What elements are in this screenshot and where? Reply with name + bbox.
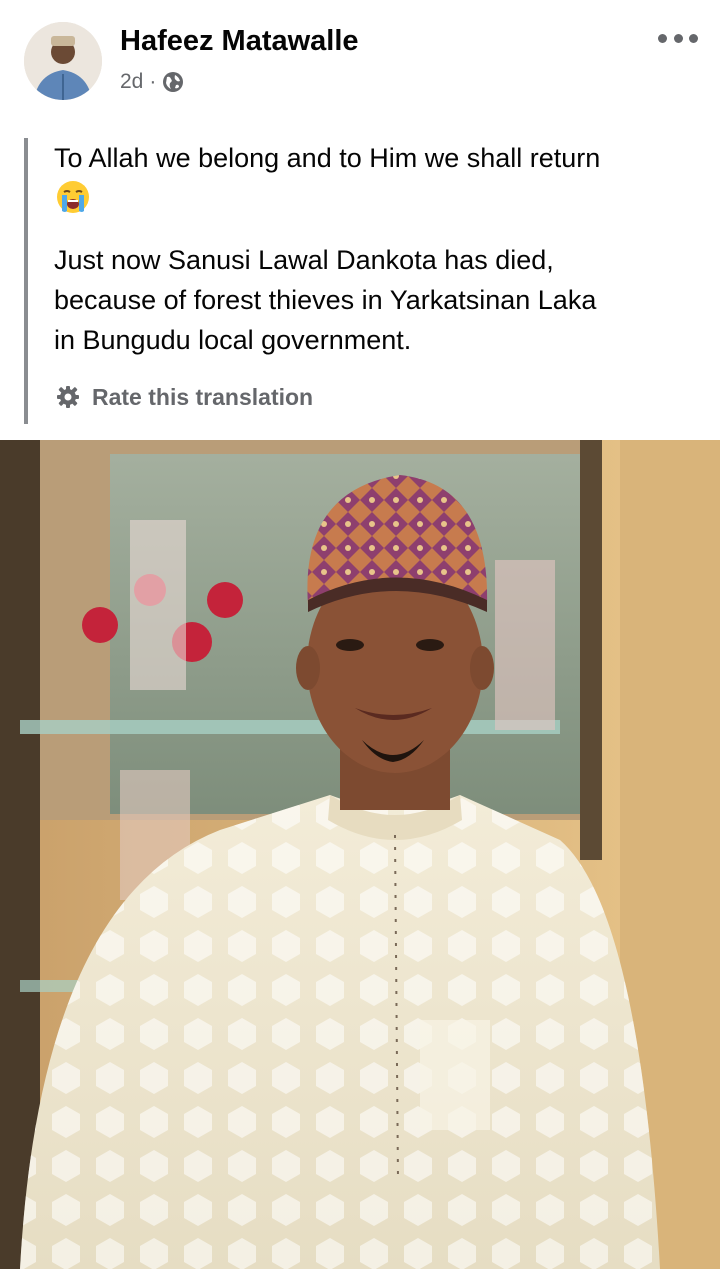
- post-header: Hafeez Matawalle 2d ·: [0, 0, 720, 110]
- post-time[interactable]: 2d: [120, 70, 143, 94]
- translated-text-block: To Allah we belong and to Him we shall r…: [24, 138, 698, 424]
- translation-line-3: because of forest thieves in Yarkatsinan…: [54, 285, 597, 315]
- translation-line-2: Just now Sanusi Lawal Dankota has died,: [54, 245, 554, 275]
- more-dot: [673, 33, 683, 43]
- more-dot: [689, 33, 698, 43]
- avatar-image: [24, 22, 102, 100]
- meta-separator: ·: [149, 70, 157, 93]
- author-name[interactable]: Hafeez Matawalle: [120, 25, 359, 58]
- post-photo[interactable]: [0, 440, 720, 1269]
- translation-line-1: To Allah we belong and to Him we shall r…: [54, 143, 601, 173]
- translation-line-4: in Bungudu local government.: [54, 325, 412, 355]
- more-options-button[interactable]: [658, 28, 698, 48]
- post-meta: 2d ·: [120, 68, 184, 96]
- man-in-cap-photo: [0, 440, 720, 1269]
- translation-body: Just now Sanusi Lawal Dankota has died, …: [54, 240, 694, 360]
- gear-icon: [56, 385, 80, 409]
- avatar[interactable]: [24, 22, 102, 100]
- facebook-post: Hafeez Matawalle 2d · To Allah we belong…: [0, 0, 720, 1269]
- rate-translation-button[interactable]: Rate this translation: [56, 380, 313, 414]
- crying-face-emoji-icon: [56, 180, 90, 214]
- rate-translation-label: Rate this translation: [92, 383, 314, 410]
- more-dot: [658, 33, 667, 43]
- globe-icon[interactable]: [162, 71, 184, 93]
